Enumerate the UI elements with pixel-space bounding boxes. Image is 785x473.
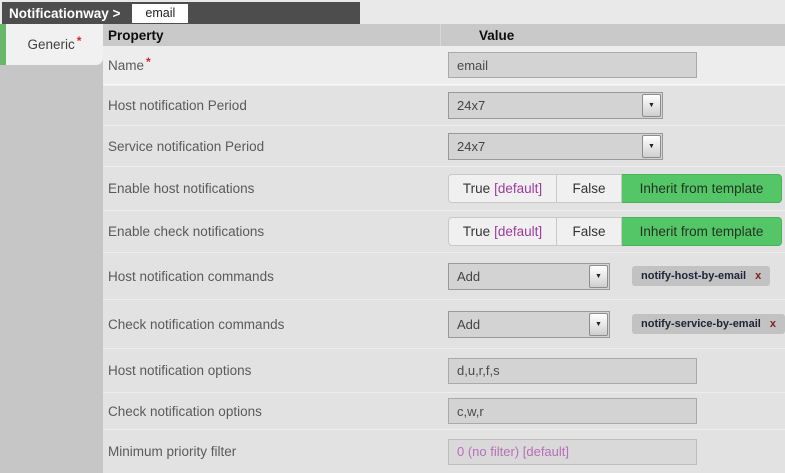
remove-badge-button[interactable]: x xyxy=(755,270,761,282)
property-row-enable-check-notifications: Enable check notifications True [default] F… xyxy=(103,210,785,252)
required-asterisk: * xyxy=(77,34,82,48)
default-suffix: [default] xyxy=(494,181,542,196)
property-row-service-notification-period: Service notification Period 24x7 ▼ xyxy=(103,125,785,166)
remove-badge-button[interactable]: x xyxy=(770,318,776,330)
default-suffix: [default] xyxy=(494,224,542,239)
property-row-minimum-priority-filter: Minimum priority filter 0 (no filter) [de… xyxy=(103,429,785,473)
property-label-text: Check notification options xyxy=(108,404,262,419)
property-value: email xyxy=(440,52,785,78)
required-asterisk: * xyxy=(146,55,151,69)
property-label-text: Host notification Period xyxy=(108,98,247,113)
host-notification-options-input[interactable]: d,u,r,f,s xyxy=(448,358,697,384)
button-label: Inherit from template xyxy=(640,224,764,239)
input-value: email xyxy=(457,58,488,73)
property-row-check-notification-commands: Check notification commands Add ▼ notify-se… xyxy=(103,299,785,348)
property-value: True [default] False Inherit from template xyxy=(440,174,785,203)
property-label-text: Minimum priority filter xyxy=(108,444,236,459)
property-value: 24x7 ▼ xyxy=(440,92,785,119)
service-notification-period-select[interactable]: 24x7 ▼ xyxy=(448,133,663,160)
dropdown-arrow-icon[interactable]: ▼ xyxy=(642,135,661,158)
dropdown-arrow-icon[interactable]: ▼ xyxy=(642,94,661,117)
check-notification-commands-select[interactable]: Add ▼ xyxy=(448,311,610,338)
value-column-header: Value xyxy=(440,24,785,46)
enable-check-notifications-option-true[interactable]: True [default] xyxy=(448,217,557,246)
name-input[interactable]: email xyxy=(448,52,697,78)
property-value: c,w,r xyxy=(440,398,785,424)
table-header: Property Value xyxy=(103,24,785,46)
property-label-text: Enable check notifications xyxy=(108,224,264,239)
button-label: False xyxy=(572,224,605,239)
badge-label: notify-host-by-email xyxy=(641,270,746,282)
dropdown-arrow-icon[interactable]: ▼ xyxy=(589,265,608,288)
select-value: 24x7 xyxy=(457,98,485,113)
property-label: Host notification Period xyxy=(103,98,440,113)
property-value: 24x7 ▼ xyxy=(440,133,785,160)
property-row-enable-host-notifications: Enable host notifications True [default] Fa… xyxy=(103,166,785,210)
dropdown-arrow-icon[interactable]: ▼ xyxy=(589,313,608,336)
host-notification-period-select[interactable]: 24x7 ▼ xyxy=(448,92,663,119)
badge-notify-service-by-email: notify-service-by-email x xyxy=(632,314,785,334)
property-value: True [default] False Inherit from template xyxy=(440,217,785,246)
button-label: True xyxy=(463,181,490,196)
enable-host-notifications-option-inherit-from-template[interactable]: Inherit from template xyxy=(622,174,782,203)
property-label: Minimum priority filter xyxy=(103,444,440,459)
enable-check-notifications-button-group: True [default] False Inherit from template xyxy=(448,217,782,246)
property-row-host-notification-options: Host notification options d,u,r,f,s xyxy=(103,348,785,392)
button-label: Inherit from template xyxy=(640,181,764,196)
property-label-text: Enable host notifications xyxy=(108,181,254,196)
property-label: Check notification commands xyxy=(103,317,440,332)
breadcrumb: Notificationway > email xyxy=(2,2,360,24)
property-value: Add ▼ notify-service-by-email x xyxy=(440,311,785,338)
enable-host-notifications-option-false[interactable]: False xyxy=(557,174,622,203)
input-value: d,u,r,f,s xyxy=(457,363,500,378)
host-notification-commands-select[interactable]: Add ▼ xyxy=(448,263,610,290)
enable-check-notifications-option-inherit-from-template[interactable]: Inherit from template xyxy=(622,217,782,246)
button-label: False xyxy=(572,181,605,196)
check-notification-options-input[interactable]: c,w,r xyxy=(448,398,697,424)
select-value: Add xyxy=(457,317,480,332)
property-label: Service notification Period xyxy=(103,139,440,154)
property-value: d,u,r,f,s xyxy=(440,358,785,384)
properties-panel: Property Value Name* email Host notificati… xyxy=(103,24,785,473)
property-label-text: Check notification commands xyxy=(108,317,284,332)
property-row-host-notification-period: Host notification Period 24x7 ▼ xyxy=(103,85,785,125)
property-row-name: Name* email xyxy=(103,46,785,85)
property-label-text: Service notification Period xyxy=(108,139,264,154)
property-label: Host notification options xyxy=(103,363,440,378)
sidebar: Generic* xyxy=(0,24,103,473)
input-value: 0 (no filter) [default] xyxy=(457,444,569,459)
property-label: Enable check notifications xyxy=(103,224,440,239)
button-label: True xyxy=(463,224,490,239)
badge-label: notify-service-by-email xyxy=(641,318,761,330)
select-value: Add xyxy=(457,269,480,284)
breadcrumb-section: Notificationway > xyxy=(2,6,120,21)
breadcrumb-item-name[interactable]: email xyxy=(132,4,188,23)
property-label: Name* xyxy=(103,58,440,73)
property-row-check-notification-options: Check notification options c,w,r xyxy=(103,392,785,429)
minimum-priority-filter-input[interactable]: 0 (no filter) [default] xyxy=(448,439,697,465)
property-label: Check notification options xyxy=(103,404,440,419)
enable-host-notifications-option-true[interactable]: True [default] xyxy=(448,174,557,203)
property-label-text: Host notification options xyxy=(108,363,251,378)
property-rows: Name*emailHost notification Period24x7▼S… xyxy=(103,46,785,473)
select-value: 24x7 xyxy=(457,139,485,154)
input-value: c,w,r xyxy=(457,404,484,419)
enable-host-notifications-button-group: True [default] False Inherit from template xyxy=(448,174,782,203)
tab-generic-label: Generic xyxy=(28,37,75,52)
property-label-text: Name xyxy=(108,58,144,73)
enable-check-notifications-option-false[interactable]: False xyxy=(557,217,622,246)
property-label-text: Host notification commands xyxy=(108,269,274,284)
badge-notify-host-by-email: notify-host-by-email x xyxy=(632,266,770,286)
property-row-host-notification-commands: Host notification commands Add ▼ notify-hos… xyxy=(103,252,785,299)
property-value: 0 (no filter) [default] xyxy=(440,439,785,465)
tab-generic[interactable]: Generic* xyxy=(0,24,103,65)
property-value: Add ▼ notify-host-by-email x xyxy=(440,263,785,290)
property-column-header: Property xyxy=(103,24,440,46)
property-label: Host notification commands xyxy=(103,269,440,284)
property-label: Enable host notifications xyxy=(103,181,440,196)
